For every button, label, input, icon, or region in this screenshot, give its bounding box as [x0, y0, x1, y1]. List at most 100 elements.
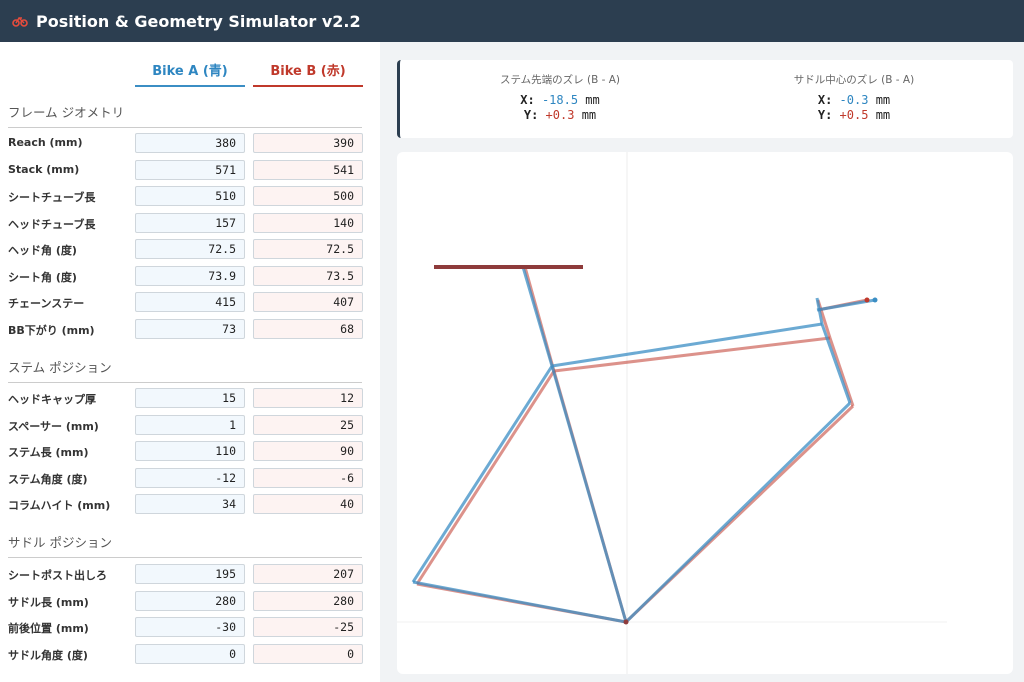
- saddle-bike-a-input[interactable]: [135, 590, 245, 611]
- frame-row: BB下がり (mm): [8, 318, 368, 339]
- frame-bike-a-input[interactable]: [135, 159, 245, 180]
- input-panel: Bike A (青) Bike B (赤) フレーム ジオメトリ Reach (…: [0, 42, 380, 682]
- stem-offset-y-value: +0.3: [545, 108, 575, 122]
- bike-a-seatpost: [521, 266, 554, 367]
- frame-row: ヘッド角 (度): [8, 239, 368, 259]
- stem-offset-x: X: -18.5 mm: [460, 93, 660, 108]
- bike-a-head-tube: [820, 323, 852, 404]
- saddle-offset-y-unit: mm: [875, 108, 891, 122]
- saddle-bike-a-input[interactable]: [135, 564, 245, 584]
- stem-bike-a-input[interactable]: [135, 441, 245, 461]
- stem-row: ヘッドキャップ厚: [8, 388, 368, 408]
- bike-a-seatstay: [411, 365, 554, 583]
- saddle-offset-label: サドル中心のズレ (B - A): [793, 74, 915, 86]
- frame-param-label: ヘッド角 (度): [8, 244, 77, 257]
- stem-row: コラムハイト (mm): [8, 494, 368, 514]
- frame-bike-b-input[interactable]: [253, 265, 363, 286]
- bike-b-head-tube: [828, 337, 855, 407]
- app-title: Position & Geometry Simulator v2.2: [36, 11, 361, 31]
- saddle-row: 前後位置 (mm): [8, 617, 368, 637]
- frame-bike-a-input[interactable]: [135, 265, 245, 286]
- frame-bike-a-input[interactable]: [135, 292, 245, 312]
- saddle-bike-a-input[interactable]: [135, 617, 245, 637]
- frame-bike-b-input[interactable]: [253, 133, 363, 153]
- stem-bike-a-input[interactable]: [135, 494, 245, 514]
- app-header: Position & Geometry Simulator v2.2: [0, 0, 1024, 42]
- frame-param-label: シートチューブ長: [8, 191, 96, 204]
- bike-a-down-tube: [624, 401, 852, 624]
- stem-bike-a-input[interactable]: [135, 414, 245, 435]
- saddle-bike-b-input[interactable]: [253, 617, 363, 637]
- bike-b-frame: [415, 266, 868, 624]
- bike-a-frame: [411, 266, 876, 624]
- saddle-row: サドル長 (mm): [8, 590, 368, 611]
- frame-row: シートチューブ長: [8, 186, 368, 206]
- saddle-center-offset: サドル中心のズレ (B - A) X: -0.3 mm Y: +0.5 mm: [754, 72, 954, 123]
- stem-param-label: スペーサー (mm): [8, 419, 99, 433]
- frame-bike-a-input[interactable]: [135, 186, 245, 206]
- stem-offset-y-unit: mm: [581, 108, 597, 122]
- saddle-offset-x: X: -0.3 mm: [754, 93, 954, 108]
- saddle-offset-x-axis: X:: [817, 93, 833, 107]
- frame-row: Stack (mm): [8, 159, 368, 180]
- frame-row: シート角 (度): [8, 265, 368, 286]
- stem-bike-b-input[interactable]: [253, 388, 363, 408]
- saddle-offset-x-unit: mm: [875, 93, 891, 107]
- frame-bike-b-input[interactable]: [253, 186, 363, 206]
- frame-row: Reach (mm): [8, 133, 368, 153]
- stem-bike-b-input[interactable]: [253, 467, 363, 488]
- stem-bike-a-input[interactable]: [135, 388, 245, 408]
- saddle-param-label: サドル角度 (度): [8, 648, 88, 662]
- frame-bike-a-input[interactable]: [135, 239, 245, 259]
- stem-offset-x-value: -18.5: [541, 93, 579, 107]
- frame-row: ヘッドチューブ長: [8, 212, 368, 233]
- bottom-bracket-marker: [623, 619, 629, 625]
- frame-bike-a-input[interactable]: [135, 318, 245, 339]
- geometry-canvas: [397, 152, 1013, 674]
- frame-bike-a-input[interactable]: [135, 133, 245, 153]
- frame-bike-b-input[interactable]: [253, 159, 363, 180]
- frame-bike-b-input[interactable]: [253, 318, 363, 339]
- stem-row: ステム角度 (度): [8, 467, 368, 488]
- frame-param-label: Stack (mm): [8, 162, 80, 176]
- saddle-param-label: サドル長 (mm): [8, 595, 89, 609]
- saddle-offset-x-value: -0.3: [839, 93, 869, 107]
- stem-param-label: ステム長 (mm): [8, 446, 89, 459]
- stem-param-label: ステム角度 (度): [8, 472, 88, 486]
- stem-offset-x-unit: mm: [585, 93, 600, 107]
- bike-a-chainstay: [412, 580, 627, 624]
- saddle-offset-y-value: +0.5: [839, 108, 869, 122]
- saddle-bike-b-input[interactable]: [253, 643, 363, 664]
- saddle-param-label: シートポスト出しろ: [8, 569, 107, 582]
- frame-bike-b-input[interactable]: [253, 239, 363, 259]
- offset-summary-panel: ステム先端のズレ (B - A) X: -18.5 mm Y: +0.3 mm …: [397, 60, 1013, 138]
- section-saddle-position: サドル ポジション: [8, 532, 362, 558]
- stem-offset-y-axis: Y:: [523, 108, 539, 122]
- frame-param-label: ヘッドチューブ長: [8, 217, 96, 231]
- frame-param-label: BB下がり (mm): [8, 323, 95, 337]
- stem-bike-a-input[interactable]: [135, 467, 245, 488]
- saddle-bike-b-input[interactable]: [253, 590, 363, 611]
- stem-tip-offset: ステム先端のズレ (B - A) X: -18.5 mm Y: +0.3 mm: [460, 72, 660, 123]
- stem-bike-b-input[interactable]: [253, 441, 363, 461]
- saddle-bike-a-input[interactable]: [135, 643, 245, 664]
- bike-b-seatstay: [415, 370, 556, 585]
- saddle-bike-b-input[interactable]: [253, 564, 363, 584]
- bike-b-stem-tip-marker: [864, 297, 870, 303]
- frame-bike-a-input[interactable]: [135, 212, 245, 233]
- frame-row: チェーンステー: [8, 292, 368, 312]
- saddle-row: シートポスト出しろ: [8, 564, 368, 584]
- stem-offset-x-axis: X:: [520, 93, 535, 107]
- saddle-offset-y-axis: Y:: [817, 108, 833, 122]
- stem-bike-b-input[interactable]: [253, 494, 363, 514]
- bike-b-column-header: Bike B (赤): [253, 60, 363, 87]
- stem-param-label: ヘッドキャップ厚: [8, 393, 96, 406]
- bike-a-column-header: Bike A (青): [135, 60, 245, 87]
- frame-bike-b-input[interactable]: [253, 212, 363, 233]
- bike-a-stem-tip-marker: [872, 297, 878, 303]
- frame-param-label: シート角 (度): [8, 270, 77, 284]
- stem-bike-b-input[interactable]: [253, 414, 363, 435]
- saddle-param-label: 前後位置 (mm): [8, 622, 89, 635]
- frame-param-label: Reach (mm): [8, 136, 83, 149]
- frame-bike-b-input[interactable]: [253, 292, 363, 312]
